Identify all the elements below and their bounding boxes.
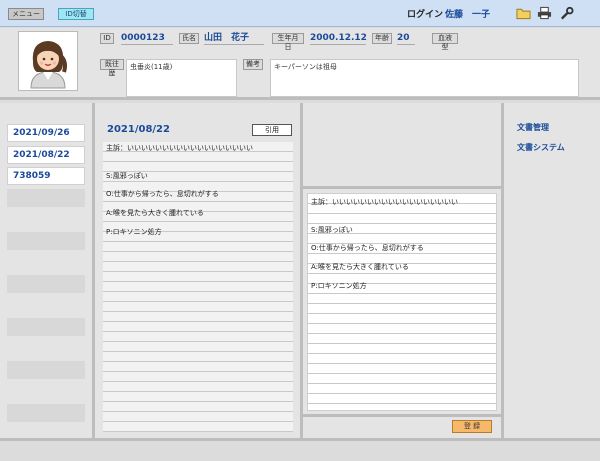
blood-type-label: 血液型: [432, 33, 458, 51]
editor-line: O:仕事から帰ったら、息切れがする: [311, 244, 424, 252]
editor-line: S:風邪っぽい: [311, 226, 353, 234]
record-line: O:仕事から帰ったら、息切れがする: [106, 190, 219, 198]
document-management-link[interactable]: 文書管理: [517, 122, 549, 133]
editor-line: A:喉を見たら大きく腫れている: [311, 263, 409, 271]
record-line: 主訴：いいいいいいいいいいいいいいいいいい: [106, 144, 253, 152]
login-label: ログイン: [407, 10, 444, 20]
record-line: S:風邪っぽい: [106, 172, 148, 180]
id-label: ID: [100, 33, 114, 44]
register-button[interactable]: 登 録: [452, 420, 492, 433]
id-switch-button[interactable]: ID切替: [58, 8, 94, 20]
wrench-icon[interactable]: [559, 6, 574, 20]
empty-date-row: [7, 318, 85, 336]
quote-button[interactable]: 引用: [252, 124, 292, 136]
birth-label: 生年月日: [272, 33, 304, 51]
bottom-divider: [0, 438, 600, 441]
empty-date-row: [7, 404, 85, 422]
editor-line: P:ロキソニン処方: [311, 282, 367, 290]
history-box: 虫垂炎(11歳): [126, 59, 237, 97]
record-date: 2021/08/22: [107, 124, 170, 135]
age-label: 年齢: [372, 33, 392, 44]
history-label: 既往歴: [100, 59, 124, 77]
birthdate-value: 2000.12.12: [310, 33, 367, 45]
record-line: P:ロキソニン処方: [106, 228, 162, 236]
menu-button[interactable]: メニュー: [8, 8, 44, 20]
patient-avatar: [18, 31, 78, 91]
notes-box: キーパーソンは祖母: [270, 59, 579, 97]
notes-label: 備考: [243, 59, 263, 70]
date-item[interactable]: 2021/09/26: [7, 124, 85, 142]
document-panel: [504, 103, 600, 438]
empty-date-row: [7, 189, 85, 207]
record-line: A:喉を見たら大きく腫れている: [106, 209, 204, 217]
empty-date-row: [7, 275, 85, 293]
document-system-link[interactable]: 文書システム: [517, 142, 565, 153]
empty-date-row: [7, 232, 85, 250]
top-bar: メニュー ID切替 ログイン 佐藤 一子: [0, 0, 600, 27]
folder-icon[interactable]: [516, 6, 531, 20]
date-item[interactable]: 738059: [7, 167, 85, 185]
age-value: 20: [397, 33, 415, 45]
notes-text: キーパーソンは祖母: [274, 63, 337, 71]
editor-top-blank: [303, 103, 501, 186]
printer-icon[interactable]: [537, 6, 552, 20]
history-text: 虫垂炎(11歳): [130, 63, 173, 71]
empty-date-row: [7, 361, 85, 379]
record-sheet: [103, 142, 293, 432]
patient-id-value: 0000123: [121, 33, 173, 45]
name-label: 氏名: [179, 33, 199, 44]
patient-name-value: 山田 花子: [204, 33, 264, 45]
date-item[interactable]: 2021/08/22: [7, 146, 85, 164]
patient-info-panel: ID 0000123 氏名 山田 花子 生年月日 2000.12.12 年齢 2…: [0, 28, 600, 100]
editor-line: 主訴：いいいいいいいいいいいいいいいいいい: [311, 198, 458, 206]
login-user-name: 佐藤 一子: [445, 10, 491, 20]
patient-portrait-icon: [19, 32, 77, 90]
